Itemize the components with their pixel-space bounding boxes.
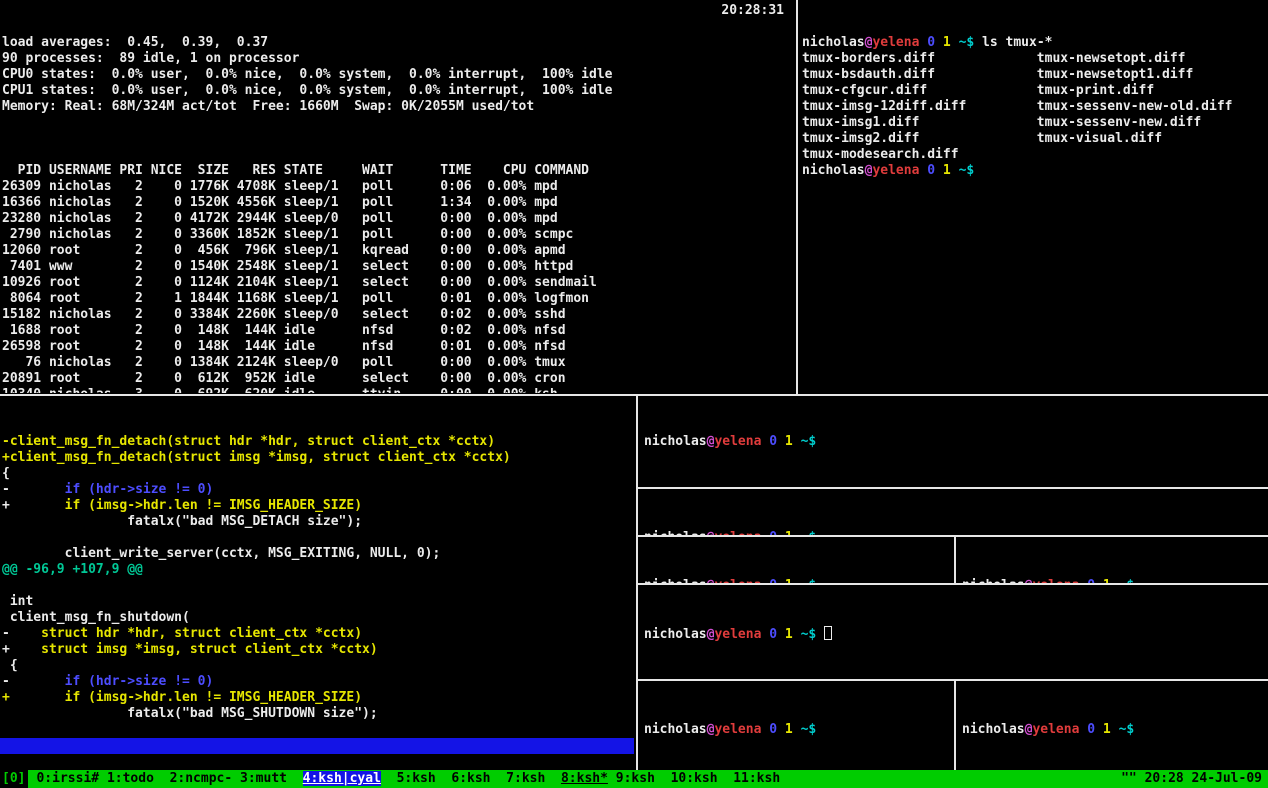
status-window-0: 0:irssi# [36, 771, 99, 786]
terminal-line: - if (hdr->size != 0) [2, 674, 634, 690]
status-window-8: 8:ksh* [561, 771, 608, 786]
terminal-line: -client_msg_fn_detach(struct hdr *hdr, s… [2, 434, 634, 450]
status-window-1: 1:todo [107, 771, 154, 786]
emacs-modeline: ----:---F1 tmux-imsg-12diff.diff 17% (13… [0, 738, 634, 754]
top-process-table: PID USERNAME PRI NICE SIZE RES STATE WAI… [2, 163, 794, 393]
terminal-line: tmux-modesearch.diff [802, 147, 1266, 163]
status-window-11: 11:ksh [733, 771, 780, 786]
terminal-line [2, 530, 634, 546]
pane-border-vc [954, 537, 956, 583]
pane-border-h4 [638, 679, 1268, 681]
status-window-7: 7:ksh [506, 771, 545, 786]
status-window-4: 4:ksh|cyal [303, 771, 381, 786]
terminal-line: - struct hdr *hdr, struct client_ctx *cc… [2, 626, 634, 642]
ls-output: nicholas@yelena 0 1 ~$ ls tmux-*tmux-bor… [802, 35, 1266, 179]
terminal-line: nicholas@yelena 0 1 ~$ [644, 434, 1266, 450]
shell-d-lines: nicholas@yelena 0 1 ~$ [644, 626, 1266, 642]
top-summary: load averages: 0.45, 0.39, 0.3790 proces… [2, 35, 794, 131]
terminal-line [2, 722, 634, 738]
shell-e1-lines: nicholas@yelena 0 1 ~$ [644, 722, 952, 738]
pane-border-h3 [638, 583, 1268, 585]
terminal-line [2, 115, 794, 131]
terminal-line: 23280 nicholas 2 0 4172K 2944K sleep/0 p… [2, 211, 794, 227]
status-window-10: 10:ksh [671, 771, 718, 786]
terminal-line: 10340 nicholas 3 0 692K 620K idle ttyin … [2, 387, 794, 393]
terminal-line: load averages: 0.45, 0.39, 0.37 [2, 35, 794, 51]
pane-shell-d-active[interactable]: nicholas@yelena 0 1 ~$ [640, 588, 1266, 679]
terminal-line: 12060 root 2 0 456K 796K sleep/1 kqread … [2, 243, 794, 259]
terminal-line [2, 578, 634, 594]
pane-shell-c2[interactable]: nicholas@yelena 0 1 ~$ [958, 540, 1268, 583]
terminal-line: CPU1 states: 0.0% user, 0.0% nice, 0.0% … [2, 83, 794, 99]
terminal-line: tmux-imsg2.diff tmux-visual.diff [802, 131, 1266, 147]
terminal-line: tmux-imsg1.diff tmux-sessenv-new.diff [802, 115, 1266, 131]
terminal-line: 8064 root 2 1 1844K 1168K sleep/1 poll 0… [2, 291, 794, 307]
terminal-line: 15182 nicholas 2 0 3384K 2260K sleep/0 s… [2, 307, 794, 323]
pane-border-h2 [638, 535, 1268, 537]
terminal-line: 10926 root 2 0 1124K 2104K sleep/1 selec… [2, 275, 794, 291]
terminal-line: tmux-borders.diff tmux-newsetopt.diff [802, 51, 1266, 67]
terminal-line: tmux-imsg-12diff.diff tmux-sessenv-new-o… [802, 99, 1266, 115]
status-window-2: 2:ncmpc- [170, 771, 233, 786]
terminal-line: 7401 www 2 0 1540K 2548K sleep/1 select … [2, 259, 794, 275]
terminal-line: +client_msg_fn_detach(struct imsg *imsg,… [2, 450, 634, 466]
terminal-line: int [2, 594, 634, 610]
terminal-line: nicholas@yelena 0 1 ~$ ls tmux-* [802, 35, 1266, 51]
terminal-line: nicholas@yelena 0 1 ~$ [802, 163, 1266, 179]
pane-border-horizontal-main [0, 394, 1268, 396]
text-cursor [824, 626, 832, 640]
terminal-line: 1688 root 2 0 148K 144K idle nfsd 0:02 0… [2, 323, 794, 339]
terminal-line: nicholas@yelena 0 1 ~$ [644, 626, 1266, 642]
status-window-list: 0:irssi# 1:todo 2:ncmpc- 3:mutt 4:ksh|cy… [36, 770, 780, 788]
status-window-5: 5:ksh [397, 771, 436, 786]
top-clock: 20:28:31 [721, 3, 784, 19]
terminal-line: + struct imsg *imsg, struct client_ctx *… [2, 642, 634, 658]
terminal-line: @@ -96,9 +107,9 @@ [2, 562, 634, 578]
terminal-line: tmux-bsdauth.diff tmux-newsetopt1.diff [802, 67, 1266, 83]
terminal-line: fatalx("bad MSG_DETACH size"); [2, 514, 634, 530]
terminal-line: client_msg_fn_shutdown( [2, 610, 634, 626]
terminal-line: Memory: Real: 68M/324M act/tot Free: 166… [2, 99, 794, 115]
terminal-line: PID USERNAME PRI NICE SIZE RES STATE WAI… [2, 163, 794, 179]
terminal-line: 16366 nicholas 2 0 1520K 4556K sleep/1 p… [2, 195, 794, 211]
terminal-line: { [2, 658, 634, 674]
status-right: "" 20:28 24-Jul-09 [1121, 770, 1268, 788]
emacs-buffer: -client_msg_fn_detach(struct hdr *hdr, s… [2, 434, 634, 738]
terminal-line: tmux-cfgcur.diff tmux-print.diff [802, 83, 1266, 99]
shell-e2-lines: nicholas@yelena 0 1 ~$ [962, 722, 1268, 738]
terminal-line: 26309 nicholas 2 0 1776K 4708K sleep/1 p… [2, 179, 794, 195]
terminal-line: + if (imsg->hdr.len != IMSG_HEADER_SIZE) [2, 690, 634, 706]
pane-shell-c1[interactable]: nicholas@yelena 0 1 ~$ [640, 540, 952, 583]
pane-shell-a[interactable]: nicholas@yelena 0 1 ~$ [640, 398, 1266, 487]
pane-emacs-diff[interactable]: -client_msg_fn_detach(struct hdr *hdr, s… [2, 402, 634, 738]
terminal-line: client_write_server(cctx, MSG_EXITING, N… [2, 546, 634, 562]
pane-border-ve [954, 681, 956, 770]
pane-shell-ls[interactable]: nicholas@yelena 0 1 ~$ ls tmux-*tmux-bor… [802, 3, 1266, 393]
pane-shell-b[interactable]: nicholas@yelena 0 1 ~$ [640, 492, 1266, 535]
pane-border-h1 [638, 487, 1268, 489]
terminal-line: { [2, 466, 634, 482]
pane-border-vertical-top [796, 0, 798, 395]
pane-shell-e1[interactable]: nicholas@yelena 0 1 ~$ [640, 684, 952, 768]
terminal-line: + if (imsg->hdr.len != IMSG_HEADER_SIZE) [2, 498, 634, 514]
pane-top-process-monitor[interactable]: load averages: 0.45, 0.39, 0.3790 proces… [2, 3, 794, 393]
terminal-line: nicholas@yelena 0 1 ~$ [962, 722, 1268, 738]
terminal-line: nicholas@yelena 0 1 ~$ [644, 722, 952, 738]
terminal-line: 2790 nicholas 2 0 3360K 1852K sleep/1 po… [2, 227, 794, 243]
shell-a-lines: nicholas@yelena 0 1 ~$ [644, 434, 1266, 450]
status-bar: [0] 0:irssi# 1:todo 2:ncmpc- 3:mutt 4:ks… [0, 770, 1268, 788]
terminal-line: 90 processes: 89 idle, 1 on processor [2, 51, 794, 67]
status-session: [0] [0, 770, 28, 788]
terminal-line: 20891 root 2 0 612K 952K idle select 0:0… [2, 371, 794, 387]
status-window-3: 3:mutt [240, 771, 287, 786]
terminal-line: 76 nicholas 2 0 1384K 2124K sleep/0 poll… [2, 355, 794, 371]
terminal-line: 26598 root 2 0 148K 144K idle nfsd 0:01 … [2, 339, 794, 355]
status-window-6: 6:ksh [451, 771, 490, 786]
terminal-line: fatalx("bad MSG_SHUTDOWN size"); [2, 706, 634, 722]
terminal-line: CPU0 states: 0.0% user, 0.0% nice, 0.0% … [2, 67, 794, 83]
status-window-9: 9:ksh [616, 771, 655, 786]
terminal-line: - if (hdr->size != 0) [2, 482, 634, 498]
pane-shell-e2[interactable]: nicholas@yelena 0 1 ~$ [958, 684, 1268, 768]
